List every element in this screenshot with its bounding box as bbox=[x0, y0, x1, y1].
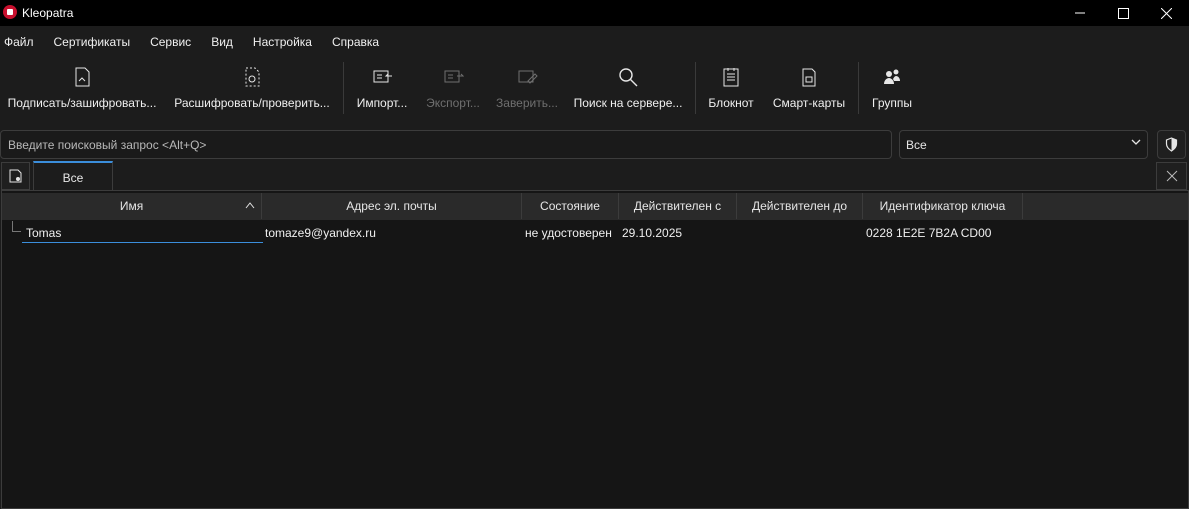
toolbar-separator bbox=[858, 62, 859, 114]
window-title: Kleopatra bbox=[22, 6, 74, 20]
lookup-server-button[interactable]: Поиск на сервере... bbox=[572, 56, 684, 116]
sign-encrypt-button[interactable]: Подписать/зашифровать... bbox=[4, 56, 160, 116]
menu-file[interactable]: Файл bbox=[4, 35, 34, 49]
import-label: Импорт... bbox=[356, 96, 408, 110]
search-placeholder: Введите поисковый запрос <Alt+Q> bbox=[8, 138, 207, 152]
toolbar-separator bbox=[343, 62, 344, 114]
close-icon bbox=[1160, 7, 1172, 19]
decrypt-verify-icon bbox=[245, 67, 260, 87]
smartcards-label: Смарт-карты bbox=[772, 96, 846, 110]
groups-label: Группы bbox=[872, 96, 912, 110]
new-tab-button[interactable] bbox=[1, 162, 30, 190]
chevron-down-icon bbox=[1131, 139, 1141, 145]
column-header-label: Имя bbox=[119, 199, 144, 213]
search-icon bbox=[619, 68, 638, 87]
sign-encrypt-icon bbox=[75, 67, 90, 87]
shield-icon bbox=[1165, 137, 1178, 152]
groups-icon bbox=[884, 69, 900, 84]
import-button[interactable]: Импорт... bbox=[352, 56, 412, 116]
lookup-server-label: Поиск на сервере... bbox=[573, 96, 683, 110]
certificate-details-button[interactable] bbox=[1157, 130, 1186, 159]
maximize-button[interactable] bbox=[1100, 0, 1146, 26]
new-tab-icon bbox=[9, 169, 22, 183]
export-icon bbox=[444, 70, 464, 83]
minimize-icon bbox=[1075, 12, 1085, 14]
certify-icon bbox=[518, 70, 538, 84]
toolbar-separator bbox=[695, 62, 696, 114]
decrypt-verify-button[interactable]: Расшифровать/проверить... bbox=[170, 56, 334, 116]
column-header-label: Состояние bbox=[540, 199, 600, 213]
kleopatra-logo-icon bbox=[3, 5, 17, 19]
menu-view[interactable]: Вид bbox=[211, 35, 233, 49]
column-header-email[interactable]: Адрес эл. почты bbox=[262, 193, 522, 219]
groups-button[interactable]: Группы bbox=[866, 56, 918, 116]
certificates-table: Имя Адрес эл. почты Состояние Действител… bbox=[1, 190, 1189, 509]
cell-email: tomaze9@yandex.ru bbox=[265, 226, 376, 240]
menu-bar: Файл Сертификаты Сервис Вид Настройка Сп… bbox=[0, 30, 1189, 54]
import-icon bbox=[373, 70, 392, 83]
certify-button[interactable]: Заверить... bbox=[494, 56, 560, 116]
menu-certificates[interactable]: Сертификаты bbox=[54, 35, 131, 49]
close-window-button[interactable] bbox=[1143, 0, 1189, 26]
column-header-valid-from[interactable]: Действителен с bbox=[619, 193, 737, 219]
export-button[interactable]: Экспорт... bbox=[422, 56, 484, 116]
column-header-label: Действителен с bbox=[633, 199, 722, 213]
close-icon bbox=[1166, 170, 1177, 182]
export-label: Экспорт... bbox=[426, 96, 480, 110]
sort-ascending-icon bbox=[245, 202, 255, 209]
column-header-label: Адрес эл. почты bbox=[346, 199, 437, 213]
cell-status: не удостоверен bbox=[525, 226, 612, 240]
tree-branch-line bbox=[12, 221, 21, 232]
toolbar: Подписать/зашифровать... Расшифровать/пр… bbox=[0, 56, 1189, 122]
column-header-label: Идентификатор ключа bbox=[879, 199, 1006, 213]
notepad-label: Блокнот bbox=[708, 96, 754, 110]
cell-name: Tomas bbox=[26, 226, 62, 240]
notepad-button[interactable]: Блокнот bbox=[704, 56, 758, 116]
title-bar: Kleopatra bbox=[0, 0, 1189, 26]
filter-select[interactable]: Все bbox=[899, 130, 1148, 159]
certify-label: Заверить... bbox=[496, 96, 558, 110]
tab-all-label: Все bbox=[62, 170, 84, 185]
decrypt-verify-label: Расшифровать/проверить... bbox=[174, 96, 330, 110]
search-input[interactable]: Введите поисковый запрос <Alt+Q> bbox=[0, 130, 892, 159]
smartcards-button[interactable]: Смарт-карты bbox=[768, 56, 850, 116]
smartcard-icon bbox=[802, 68, 816, 87]
tab-all[interactable]: Все bbox=[33, 161, 113, 192]
menu-settings[interactable]: Настройка bbox=[253, 35, 312, 49]
minimize-button[interactable] bbox=[1057, 0, 1103, 26]
sign-encrypt-label: Подписать/зашифровать... bbox=[7, 96, 157, 110]
table-header: Имя Адрес эл. почты Состояние Действител… bbox=[2, 193, 1188, 220]
cell-valid-from: 29.10.2025 bbox=[622, 226, 683, 240]
notepad-icon bbox=[723, 68, 739, 87]
column-header-label: Действителен до bbox=[751, 199, 848, 213]
menu-tools[interactable]: Сервис bbox=[150, 35, 191, 49]
column-header-valid-until[interactable]: Действителен до bbox=[737, 193, 863, 219]
column-header-name[interactable]: Имя bbox=[2, 193, 262, 219]
column-header-key-id[interactable]: Идентификатор ключа bbox=[863, 193, 1023, 219]
cell-key-id: 0228 1E2E 7B2A CD00 bbox=[866, 226, 992, 240]
close-tab-button[interactable] bbox=[1156, 162, 1187, 190]
menu-help[interactable]: Справка bbox=[332, 35, 379, 49]
filter-selected-value: Все bbox=[906, 138, 927, 152]
table-row[interactable]: Tomas tomaze9@yandex.ru не удостоверен 2… bbox=[2, 221, 1188, 243]
column-header-status[interactable]: Состояние bbox=[522, 193, 619, 219]
maximize-icon bbox=[1117, 7, 1129, 19]
